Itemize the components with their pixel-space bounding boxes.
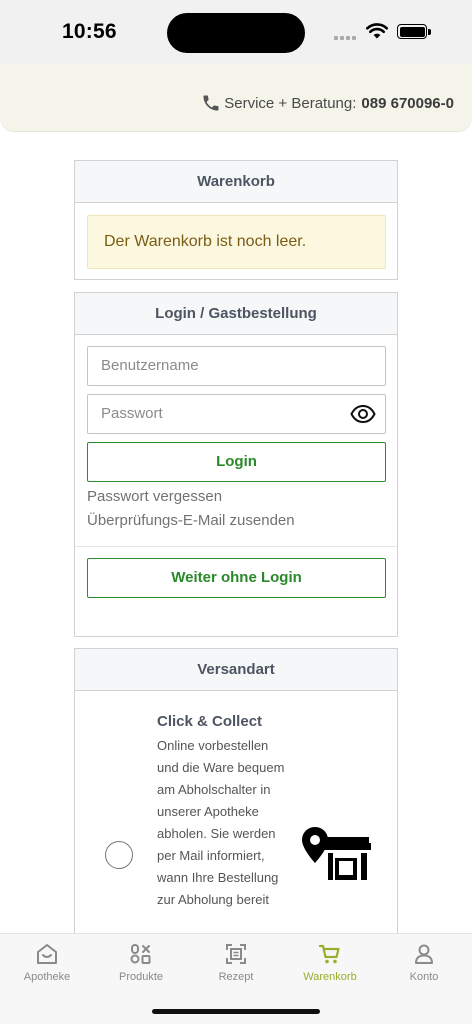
- tab-apotheke[interactable]: Apotheke: [7, 942, 87, 983]
- tab-rezept[interactable]: Rezept: [196, 942, 276, 983]
- prescription-scan-icon: [226, 944, 246, 964]
- store-location-icon: [302, 827, 371, 880]
- shipping-panel: Versandart Click & Collect Online vorbes…: [74, 648, 398, 948]
- tab-label: Konto: [409, 971, 439, 983]
- products-icon: [130, 944, 151, 964]
- tab-warenkorb[interactable]: Warenkorb: [290, 942, 370, 983]
- dynamic-island: [167, 13, 305, 53]
- cart-title: Warenkorb: [75, 161, 397, 203]
- pharmacy-home-icon: [37, 944, 57, 964]
- status-time: 10:56: [62, 20, 117, 43]
- username-input[interactable]: Benutzername: [87, 346, 386, 386]
- tab-produkte[interactable]: Produkte: [101, 942, 181, 983]
- password-placeholder: Passwort: [101, 405, 163, 422]
- tab-label: Rezept: [218, 971, 254, 983]
- status-bar: 10:56: [0, 0, 472, 64]
- phone-icon: [203, 95, 219, 111]
- login-button[interactable]: Login: [87, 442, 386, 482]
- service-label: Service + Beratung:: [224, 94, 357, 112]
- tab-label: Apotheke: [23, 971, 71, 983]
- shipping-title: Versandart: [75, 649, 397, 691]
- resend-verification-link[interactable]: Überprüfungs-E-Mail zusenden: [87, 512, 295, 529]
- show-password-icon[interactable]: [350, 404, 376, 424]
- tab-label: Produkte: [118, 971, 164, 983]
- guest-checkout-button[interactable]: Weiter ohne Login: [87, 558, 386, 598]
- tab-konto[interactable]: Konto: [384, 942, 464, 983]
- cart-icon: [318, 944, 340, 964]
- tab-label: Warenkorb: [303, 971, 357, 983]
- home-indicator: [152, 1009, 320, 1014]
- login-divider: [75, 546, 397, 547]
- battery-icon: [397, 24, 431, 39]
- login-title: Login / Gastbestellung: [75, 293, 397, 335]
- service-phone-number[interactable]: 089 670096-0: [361, 95, 454, 112]
- cart-panel: Warenkorb Der Warenkorb ist noch leer.: [74, 160, 398, 280]
- service-hotline[interactable]: Service + Beratung: 089 670096-0: [201, 93, 454, 113]
- click-collect-title: Click & Collect: [157, 713, 263, 730]
- empty-cart-alert: Der Warenkorb ist noch leer.: [87, 215, 386, 269]
- forgot-password-link[interactable]: Passwort vergessen: [87, 488, 222, 505]
- click-collect-radio[interactable]: [105, 841, 133, 869]
- password-input[interactable]: Passwort: [87, 394, 386, 434]
- service-header: Service + Beratung: 089 670096-0: [0, 64, 472, 132]
- wifi-icon: [366, 23, 388, 39]
- account-icon: [415, 944, 433, 964]
- click-collect-description: Online vorbestellen und die Ware bequem …: [157, 738, 285, 907]
- cellular-signal-icon: [334, 36, 356, 40]
- login-panel: Login / Gastbestellung Benutzername Pass…: [74, 292, 398, 637]
